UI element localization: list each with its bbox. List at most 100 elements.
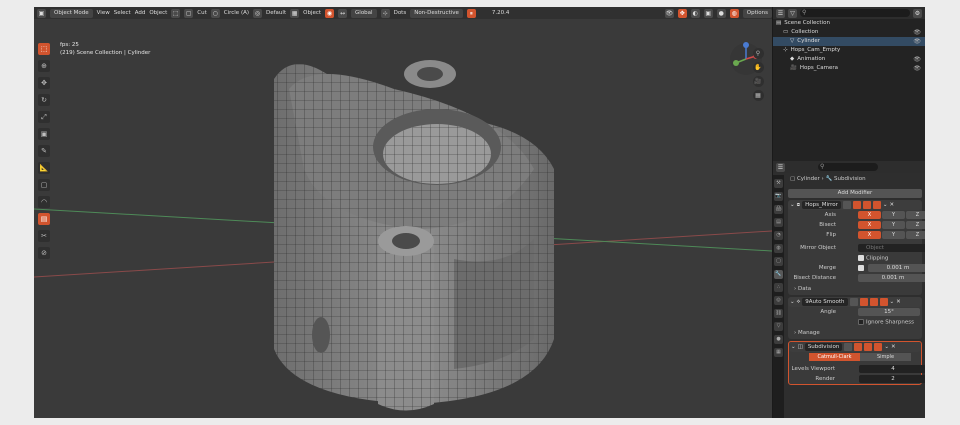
bisect-x-toggle[interactable]: X [858, 221, 881, 229]
menu-add[interactable]: Add [135, 10, 146, 16]
subdivision-modifier-header[interactable]: ⌄ ◫ Subdivision ⌄ ✕ [789, 342, 921, 352]
rotate-tool-icon[interactable]: ↻ [38, 94, 50, 106]
cage-icon[interactable] [872, 201, 881, 209]
knife-tool-icon[interactable]: ✂ [38, 230, 50, 242]
mirror-name-field[interactable]: Hops_Mirror [802, 201, 841, 209]
ortho-grid-icon[interactable]: ▦ [752, 90, 764, 101]
menu-view[interactable]: View [97, 10, 110, 16]
tool-tab-icon[interactable]: ⚒ [774, 179, 783, 188]
axis-z-toggle[interactable]: Z [906, 211, 925, 219]
shading-material-icon[interactable]: ◍ [729, 8, 739, 18]
flip-z-toggle[interactable]: Z [906, 231, 925, 239]
orientation-icon[interactable]: ↔ [338, 8, 348, 18]
outliner-row[interactable]: ▭ Collection 👁 [773, 28, 925, 37]
pivot-icon[interactable]: ◎ [253, 8, 262, 18]
nondestructive-dropdown[interactable]: Non-Destructive [410, 8, 463, 18]
chevron-down-icon[interactable]: ⌄ [790, 299, 795, 305]
measure-tool-icon[interactable]: 📐 [38, 162, 50, 174]
xray-icon[interactable]: ▣ [703, 8, 713, 18]
data-section[interactable]: › Data [788, 283, 922, 295]
dropdown-icon[interactable]: ⌄ [883, 202, 888, 208]
data-tab-icon[interactable]: ▽ [774, 322, 783, 331]
ignore-sharpness-checkbox[interactable]: Ignore Sharpness [858, 319, 914, 326]
boxcutter-tool-icon[interactable]: ▤ [38, 213, 50, 225]
scale-tool-icon[interactable]: ⤢ [38, 111, 50, 123]
edit-mode-icon[interactable] [844, 343, 853, 351]
menu-object[interactable]: Object [149, 10, 167, 16]
realtime-icon[interactable] [859, 298, 868, 306]
realtime-icon[interactable] [852, 201, 861, 209]
render-icon[interactable] [869, 298, 878, 306]
angle-value-field[interactable]: 15° [858, 308, 920, 316]
manage-section[interactable]: › Manage [788, 327, 922, 339]
pan-hand-icon[interactable]: ✋ [752, 62, 764, 73]
mode-dropdown[interactable]: Object Mode [50, 8, 93, 18]
annotate-tool-icon[interactable]: ✎ [38, 145, 50, 157]
cut-label[interactable]: Cut [197, 10, 206, 16]
visibility-eye-icon[interactable]: 👁 [913, 64, 921, 73]
object-icon[interactable]: ▦ [290, 8, 300, 18]
outliner-editor-icon[interactable]: ☰ [776, 8, 785, 18]
select-mode-icon[interactable]: ▢ [184, 8, 194, 18]
physics-tab-icon[interactable]: ◎ [774, 296, 783, 305]
view-layer-tab-icon[interactable]: ▤ [774, 218, 783, 227]
simple-toggle[interactable]: Simple [860, 353, 911, 361]
bisect-distance-field[interactable]: 0.001 m [858, 274, 925, 282]
clipping-checkbox[interactable]: Clipping [858, 255, 888, 262]
close-icon[interactable]: ✕ [890, 202, 895, 208]
record-icon[interactable]: ⏸ [466, 8, 476, 18]
visibility-eye-icon[interactable]: 👁 [913, 28, 921, 37]
object-tab-icon[interactable]: ▢ [774, 257, 783, 266]
cage-icon[interactable] [879, 298, 888, 306]
orientation-dropdown[interactable]: Global [351, 8, 377, 18]
close-icon[interactable]: ✕ [891, 344, 896, 350]
subdivision-name-field[interactable]: Subdivision [804, 343, 843, 351]
mirror-modifier-header[interactable]: ⌄ ⧈ Hops_Mirror ⌄ ✕ [788, 200, 922, 210]
3d-viewport[interactable]: fps: 25 (219) Scene Collection | Cylinde… [34, 19, 772, 418]
select-tool-icon[interactable]: ⬚ [38, 43, 50, 55]
outliner-row[interactable]: ▽ Cylinder 👁 [773, 37, 925, 46]
texture-tab-icon[interactable]: ▦ [774, 348, 783, 357]
add-cube-tool-icon[interactable]: ▢ [38, 179, 50, 191]
outliner-search-input[interactable] [800, 9, 910, 17]
particles-tab-icon[interactable]: ∴ [774, 283, 783, 292]
constraints-tab-icon[interactable]: ⛓ [774, 309, 783, 318]
modifier-tab-icon[interactable]: 🔧 [774, 270, 783, 279]
pivot-dropdown[interactable]: Default [266, 10, 286, 16]
realtime-icon[interactable] [854, 343, 863, 351]
outliner-row[interactable]: 🎥 Hops_Camera 👁 [773, 64, 925, 73]
select-box-icon[interactable]: ⬚ [171, 8, 181, 18]
shear-tool-icon[interactable]: ◠ [38, 196, 50, 208]
menu-select[interactable]: Select [114, 10, 131, 16]
shading-solid-icon[interactable]: ● [716, 8, 726, 18]
outliner-filter-icon[interactable]: ⚙ [913, 8, 922, 18]
cage-icon[interactable] [874, 343, 883, 351]
camera-view-icon[interactable]: 🎥 [752, 76, 764, 87]
catmull-clark-toggle[interactable]: Catmull-Clark [809, 353, 860, 361]
overlay-icon[interactable]: ◐ [690, 8, 700, 18]
cursor-tool-icon[interactable]: ⊕ [38, 60, 50, 72]
transform-tool-icon[interactable]: ▣ [38, 128, 50, 140]
edit-mode-icon[interactable] [849, 298, 858, 306]
editor-type-icon[interactable]: ▣ [37, 8, 46, 18]
visibility-icon[interactable]: 👁 [664, 8, 674, 18]
circle-select[interactable]: Circle (A) [224, 10, 249, 16]
render-icon[interactable] [862, 201, 871, 209]
render-icon[interactable] [864, 343, 873, 351]
autosmooth-modifier-header[interactable]: ⌄ ⟡ 9Auto Smooth ⌄ ✕ [788, 297, 922, 307]
outliner-row[interactable]: ◆ Animation 👁 [773, 55, 925, 64]
edit-mode-icon[interactable] [842, 201, 851, 209]
circle-icon[interactable]: ○ [210, 8, 220, 18]
spin-tool-icon[interactable]: ⊘ [38, 247, 50, 259]
properties-editor-icon[interactable]: ☰ [776, 162, 785, 172]
world-tab-icon[interactable]: ◍ [774, 244, 783, 253]
outliner-row[interactable]: ⊹ Hops_Cam_Empty [773, 46, 925, 55]
axis-x-toggle[interactable]: X [858, 211, 881, 219]
close-icon[interactable]: ✕ [896, 299, 901, 305]
snap-icon[interactable]: ⊹ [380, 8, 390, 18]
chevron-down-icon[interactable]: ⌄ [790, 202, 795, 208]
output-tab-icon[interactable]: 🖨 [774, 205, 783, 214]
mirror-object-field[interactable]: Object [858, 244, 925, 252]
material-tab-icon[interactable]: ● [774, 335, 783, 344]
bisect-z-toggle[interactable]: Z [906, 221, 925, 229]
